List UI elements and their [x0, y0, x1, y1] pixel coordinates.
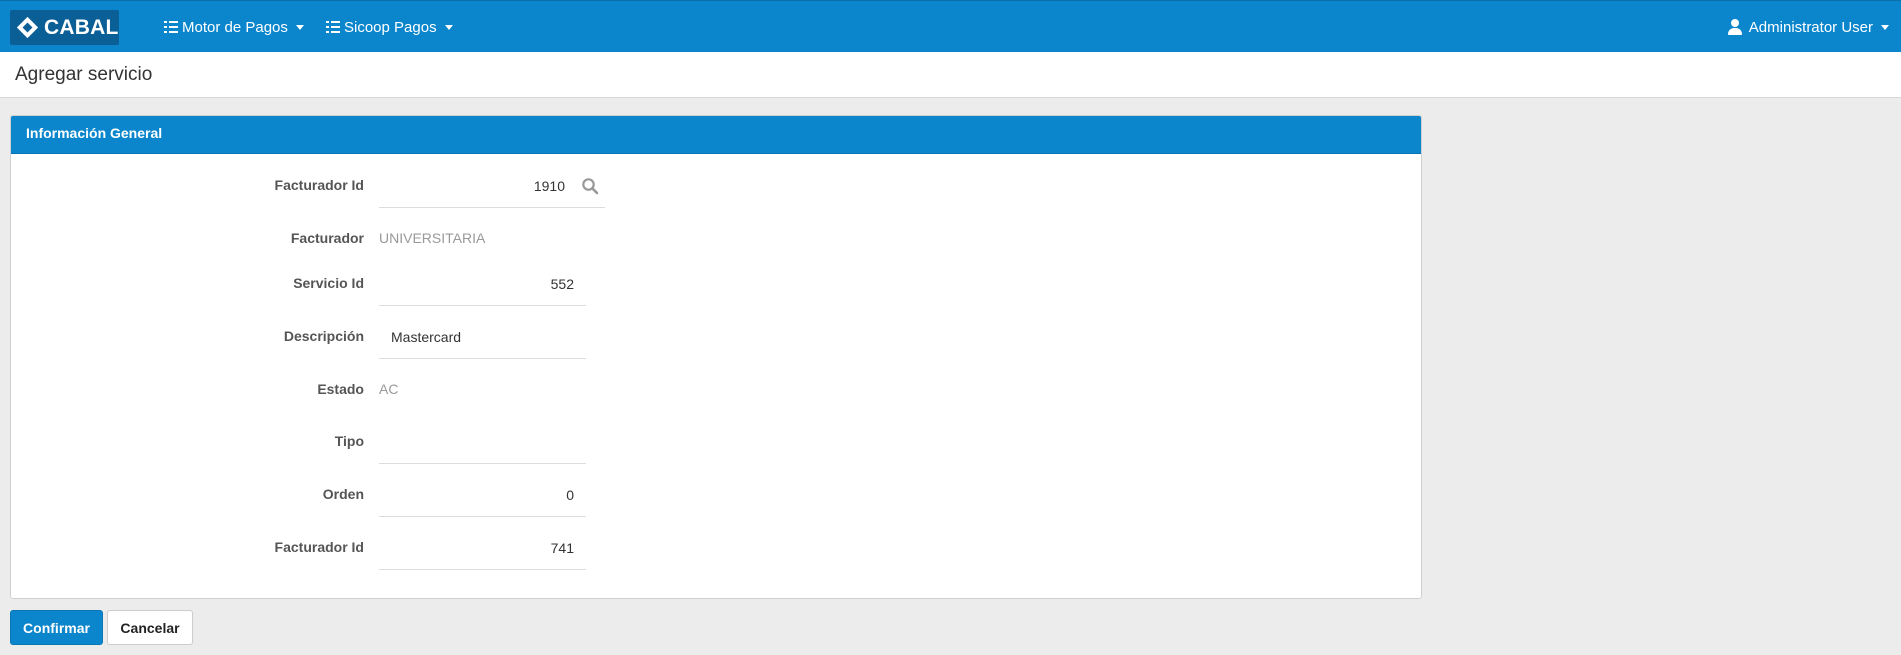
facturador-value: UNIVERSITARIA [379, 230, 486, 246]
cancel-button[interactable]: Cancelar [107, 610, 193, 645]
descripcion-label: Descripción [283, 328, 364, 344]
orden-label: Orden [322, 486, 364, 502]
user-icon [1727, 19, 1742, 35]
estado-value: AC [379, 381, 399, 397]
caret-down-icon [1881, 24, 1889, 30]
user-name: Administrator User [1748, 18, 1873, 36]
page-header: Agregar servicio [0, 52, 1901, 98]
search-icon[interactable] [581, 177, 599, 195]
menu-motor-de-pagos[interactable]: Motor de Pagos [164, 1, 304, 53]
top-navbar: CABAL Motor de Pagos Sicoop Pagos Admini… [0, 0, 1901, 52]
facturador-id-2-label: Facturador Id [274, 539, 364, 555]
estado-label: Estado [317, 381, 364, 397]
servicio-id-field [379, 262, 586, 306]
facturador-id-2-field [379, 526, 586, 570]
facturador-id-label: Facturador Id [274, 177, 364, 193]
orden-input[interactable] [379, 473, 586, 516]
form-row-tipo: Tipo [11, 420, 1421, 464]
form-row-estado: Estado AC [11, 368, 1421, 412]
caret-down-icon [295, 24, 304, 30]
menu-sicoop-pagos[interactable]: Sicoop Pagos [326, 1, 453, 53]
form-row-orden: Orden [11, 473, 1421, 517]
facturador-label: Facturador [290, 230, 364, 246]
facturador-id-field [379, 164, 605, 208]
user-menu[interactable]: Administrator User [1727, 1, 1889, 53]
facturador-id-input[interactable] [379, 164, 605, 207]
tipo-field [379, 420, 586, 464]
form-row-servicio-id: Servicio Id [11, 262, 1421, 306]
tipo-input[interactable] [379, 420, 586, 463]
list-icon [164, 21, 178, 33]
caret-down-icon [444, 24, 453, 30]
confirm-button[interactable]: Confirmar [10, 610, 103, 645]
form-row-facturador-id: Facturador Id [11, 164, 1421, 208]
descripcion-input[interactable] [379, 315, 586, 358]
menu-label: Motor de Pagos [182, 18, 288, 36]
cabal-logo-icon [16, 16, 39, 39]
list-icon [326, 21, 340, 33]
brand-logo[interactable]: CABAL [10, 10, 119, 45]
page-title: Agregar servicio [15, 64, 153, 85]
brand-name: CABAL [44, 15, 119, 39]
servicio-id-input[interactable] [379, 262, 586, 305]
tipo-label: Tipo [334, 433, 364, 449]
form-row-facturador-id-2: Facturador Id [11, 526, 1421, 570]
orden-field [379, 473, 586, 517]
menu-label: Sicoop Pagos [344, 18, 437, 36]
descripcion-field [379, 315, 586, 359]
general-info-panel: Información General Facturador Id Factur… [10, 115, 1422, 599]
facturador-id-2-input[interactable] [379, 526, 586, 569]
form-row-descripcion: Descripción [11, 315, 1421, 359]
form-row-facturador: Facturador UNIVERSITARIA [11, 217, 1421, 261]
panel-heading: Información General [11, 116, 1421, 154]
servicio-id-label: Servicio Id [293, 275, 364, 291]
